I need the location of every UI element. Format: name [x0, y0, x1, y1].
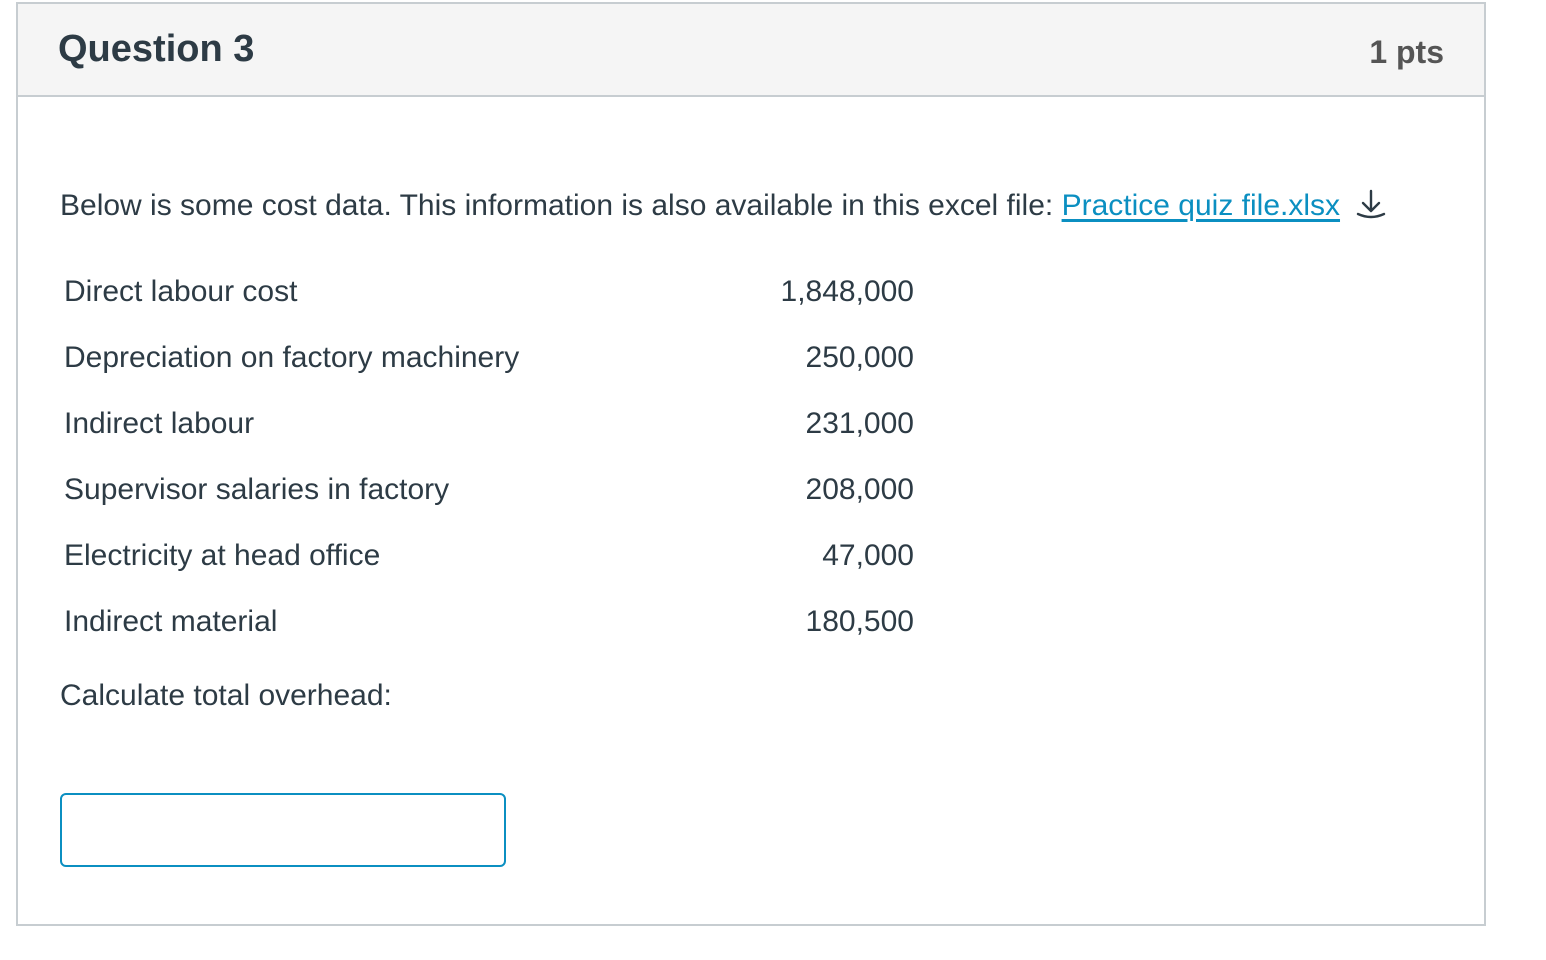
table-row: Supervisor salaries in factory 208,000: [64, 457, 914, 523]
intro-text: Below is some cost data. This informatio…: [60, 189, 1062, 222]
question-intro: Below is some cost data. This informatio…: [60, 187, 1388, 229]
quiz-question-card: Question 3 1 pts Below is some cost data…: [16, 2, 1486, 926]
download-icon[interactable]: [1354, 187, 1388, 229]
excel-file-link[interactable]: Practice quiz file.xlsx: [1062, 189, 1340, 222]
table-row: Indirect labour 231,000: [64, 391, 914, 457]
table-row: Depreciation on factory machinery 250,00…: [64, 325, 914, 391]
cost-label: Electricity at head office: [64, 539, 381, 572]
cost-label: Indirect material: [64, 605, 278, 638]
cost-value: 231,000: [805, 407, 914, 440]
question-prompt: Calculate total overhead:: [60, 679, 392, 712]
cost-label: Depreciation on factory machinery: [64, 341, 520, 374]
cost-label: Supervisor salaries in factory: [64, 473, 450, 506]
cost-value: 47,000: [822, 539, 914, 572]
question-body: Below is some cost data. This informatio…: [58, 97, 1444, 924]
answer-input[interactable]: [60, 793, 506, 867]
cost-value: 250,000: [805, 341, 914, 374]
cost-data-table: Direct labour cost 1,848,000 Depreciatio…: [64, 259, 914, 655]
cost-label: Direct labour cost: [64, 275, 298, 308]
cost-value: 1,848,000: [780, 275, 914, 308]
table-row: Direct labour cost 1,848,000: [64, 259, 914, 325]
table-row: Indirect material 180,500: [64, 589, 914, 655]
cost-value: 208,000: [805, 473, 914, 506]
question-points: 1 pts: [1369, 34, 1444, 70]
question-title: Question 3: [58, 28, 255, 70]
cost-label: Indirect labour: [64, 407, 255, 440]
cost-value: 180,500: [805, 605, 914, 638]
question-header: Question 3 1 pts: [18, 4, 1484, 97]
table-row: Electricity at head office 47,000: [64, 523, 914, 589]
